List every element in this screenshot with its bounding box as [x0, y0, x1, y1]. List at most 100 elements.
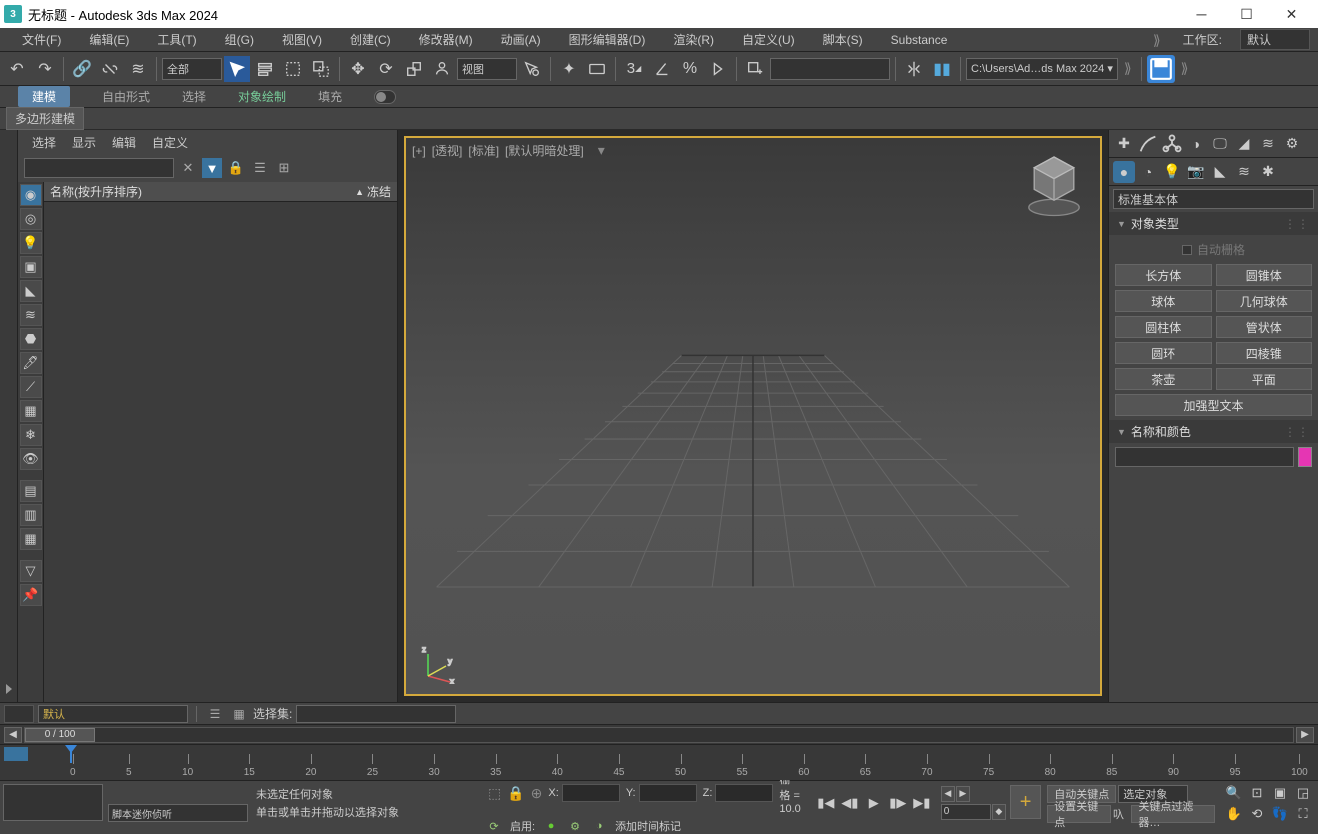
obj-btn-pyramid[interactable]: 四棱锥	[1216, 342, 1313, 364]
timeslider-track[interactable]: 0 / 100	[24, 727, 1294, 743]
scene-explorer-list[interactable]: 名称(按升序排序) ▲冻结	[44, 182, 397, 702]
angle-snap-button[interactable]	[649, 56, 675, 82]
enable-prefs-icon[interactable]: ⚙	[567, 818, 583, 834]
unlink-button[interactable]	[97, 56, 123, 82]
manipulate-button[interactable]: ✦	[556, 56, 582, 82]
object-name-input[interactable]	[1115, 447, 1294, 467]
named-sel-create-button[interactable]	[742, 56, 768, 82]
bind-spacewarp-button[interactable]: ≋	[125, 56, 151, 82]
obj-btn-teapot[interactable]: 茶壶	[1115, 368, 1212, 390]
named-selection-input[interactable]	[770, 58, 890, 80]
mirror-button[interactable]	[901, 56, 927, 82]
menu-graph-editors[interactable]: 图形编辑器(D)	[555, 28, 660, 52]
obj-btn-torus[interactable]: 圆环	[1115, 342, 1212, 364]
current-frame-input[interactable]	[941, 804, 991, 820]
lock-icon[interactable]: 🔒	[507, 785, 524, 802]
filter-groups-icon[interactable]: ⬣	[20, 328, 42, 350]
select-object-button[interactable]	[224, 56, 250, 82]
nav-extents-icon[interactable]: ▣	[1269, 783, 1291, 803]
viewport-perspective[interactable]: [+] [透视] [标准] [默认明暗处理] ▾	[404, 136, 1102, 696]
layer-stack-icon[interactable]: ☰	[205, 704, 225, 724]
se-pin-icon[interactable]: 📌	[20, 584, 42, 606]
ribbon-tab-objectpaint[interactable]: 对象绘制	[238, 88, 286, 105]
z-coord-input[interactable]	[715, 784, 773, 802]
layer-list-icon[interactable]: ▦	[229, 704, 249, 724]
nav-zoom-icon[interactable]: 🔍	[1223, 783, 1245, 803]
filter-xrefs-icon[interactable]: 🖊	[20, 352, 42, 374]
filter-spacewarps-icon[interactable]: ≋	[20, 304, 42, 326]
nav-walk-icon[interactable]: 👣	[1269, 804, 1291, 824]
cp-cat-helpers-icon[interactable]: ◣	[1209, 161, 1231, 183]
next-frame-button[interactable]: ▮▶	[887, 792, 909, 814]
obj-btn-cone[interactable]: 圆锥体	[1216, 264, 1313, 286]
goto-start-button[interactable]: ▮◀	[815, 792, 837, 814]
add-time-tag[interactable]: 添加时间标记	[615, 818, 681, 834]
select-by-name-button[interactable]	[252, 56, 278, 82]
menu-overflow-icon[interactable]: ⟫	[1149, 28, 1165, 52]
filter-containers-icon[interactable]: ▦	[20, 400, 42, 422]
y-coord-input[interactable]	[639, 784, 697, 802]
col-frozen[interactable]: 冻结	[367, 183, 391, 200]
redo-button[interactable]: ↷	[32, 56, 58, 82]
keyfilter-button[interactable]: 关键点过滤器…	[1131, 805, 1215, 823]
se-funnel-icon[interactable]: ▽	[20, 560, 42, 582]
col-name[interactable]: 名称(按升序排序)	[50, 183, 142, 200]
absrel-icon[interactable]: ⊕	[531, 785, 543, 802]
se-menu-display[interactable]: 显示	[72, 134, 96, 151]
scale-button[interactable]	[401, 56, 427, 82]
se-tool1-icon[interactable]: ▤	[20, 480, 42, 502]
menu-views[interactable]: 视图(V)	[268, 28, 336, 52]
timetag-icon[interactable]: ◑	[591, 818, 607, 834]
filter-geometry-icon[interactable]: ◎	[20, 208, 42, 230]
cp-cat-geometry-icon[interactable]: ●	[1113, 161, 1135, 183]
cp-tab-utilities-icon[interactable]: ◢	[1233, 133, 1255, 155]
menu-tools[interactable]: 工具(T)	[143, 28, 210, 52]
undo-button[interactable]: ↶	[4, 56, 30, 82]
timeslider-next-button[interactable]: ▶	[1296, 727, 1314, 743]
ribbon-toggle-switch[interactable]	[374, 90, 396, 104]
selection-filter-combo[interactable]: 全部	[162, 58, 222, 80]
keymode-left-button[interactable]: ◀	[941, 786, 955, 802]
goto-end-button[interactable]: ▶▮	[911, 792, 933, 814]
snap-toggle-button[interactable]: 3◢	[621, 56, 647, 82]
cp-cat-systems-icon[interactable]: ✱	[1257, 161, 1279, 183]
se-menu-edit[interactable]: 编辑	[112, 134, 136, 151]
se-tool3-icon[interactable]: ▦	[20, 528, 42, 550]
enable-dot-icon[interactable]: ●	[543, 818, 559, 834]
keyboard-shortcut-button[interactable]	[584, 56, 610, 82]
obj-btn-sphere[interactable]: 球体	[1115, 290, 1212, 312]
cp-tab-motion-icon[interactable]: ◑	[1185, 133, 1207, 155]
link-button[interactable]: 🔗	[69, 56, 95, 82]
cp-cat-cameras-icon[interactable]: 📷	[1185, 161, 1207, 183]
scene-explorer-search-input[interactable]	[24, 158, 174, 178]
menu-animation[interactable]: 动画(A)	[487, 28, 555, 52]
placement-button[interactable]	[429, 56, 455, 82]
ribbon-panel-polymodeling[interactable]: 多边形建模	[6, 107, 84, 130]
timeslider-knob[interactable]: 0 / 100	[25, 728, 95, 742]
filter-all-icon[interactable]: ◉	[20, 184, 42, 206]
filter-hidden-icon[interactable]: 👁	[20, 448, 42, 470]
toolbar-overflow-icon[interactable]: ⟫	[1120, 60, 1136, 77]
se-menu-select[interactable]: 选择	[32, 134, 56, 151]
quicksave-button[interactable]	[1147, 55, 1175, 83]
prev-frame-button[interactable]: ◀▮	[839, 792, 861, 814]
align-button[interactable]: ▮▮	[929, 56, 955, 82]
time-ruler[interactable]: 0 5 10 15 20 25 30 35 40 45 50 55 60 65 …	[0, 744, 1318, 780]
cp-tab-display-icon[interactable]: 🖵	[1209, 133, 1231, 155]
frame-spinner-button[interactable]: ◆	[992, 804, 1006, 820]
rollout-name-color-header[interactable]: ▼名称和颜色⋮⋮	[1109, 420, 1318, 443]
rotate-button[interactable]: ⟳	[373, 56, 399, 82]
obj-btn-box[interactable]: 长方体	[1115, 264, 1212, 286]
object-color-swatch[interactable]	[1298, 447, 1312, 467]
ribbon-tab-populate[interactable]: 填充	[318, 88, 342, 105]
ribbon-tab-freeform[interactable]: 自由形式	[102, 88, 150, 105]
view-tree-icon[interactable]: ⊞	[274, 158, 294, 178]
window-maximize-button[interactable]: ☐	[1224, 0, 1269, 28]
cp-cat-spacewarps-icon[interactable]: ≋	[1233, 161, 1255, 183]
filter-frozen-icon[interactable]: ❄	[20, 424, 42, 446]
cp-tab-create-icon[interactable]: ✚	[1113, 133, 1135, 155]
nav-pan-icon[interactable]: ✋	[1223, 804, 1245, 824]
menu-customize[interactable]: 自定义(U)	[728, 28, 809, 52]
window-close-button[interactable]: ✕	[1269, 0, 1314, 28]
filter-bone-icon[interactable]: ⟋	[20, 376, 42, 398]
